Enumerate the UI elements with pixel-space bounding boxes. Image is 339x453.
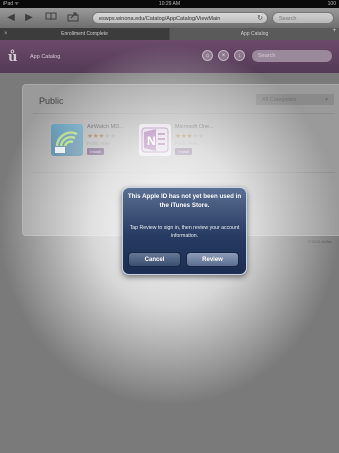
- tab-label: App Catalog: [240, 31, 269, 37]
- dialog-title: This Apple ID has not yet been used in t…: [127, 193, 242, 209]
- browser-search-input[interactable]: Search: [272, 12, 334, 24]
- clock: 10:29 AM: [158, 1, 181, 7]
- app-tile-onenote[interactable]: N Microsoft One... ★★★★★ Public Free Ins…: [139, 120, 234, 165]
- info-icon[interactable]: ↓: [234, 50, 245, 61]
- review-button[interactable]: Review: [186, 252, 239, 267]
- app-header: ů App Catalog ⌂ × ↓ Search: [0, 40, 339, 73]
- browser-toolbar: ◀ ▶ eswps.winona.edu/Catalog/AppCatalog/…: [0, 8, 339, 28]
- rating-stars: ★★★★★: [87, 133, 117, 140]
- section-title: Public: [39, 96, 64, 106]
- catalog-search-input[interactable]: Search: [252, 50, 332, 62]
- bookmarks-icon[interactable]: [44, 12, 58, 24]
- url-text: eswps.winona.edu/Catalog/AppCatalog/View…: [99, 16, 221, 22]
- url-field[interactable]: eswps.winona.edu/Catalog/AppCatalog/View…: [92, 12, 268, 24]
- logo: ů: [8, 50, 18, 65]
- cancel-button[interactable]: Cancel: [128, 252, 181, 267]
- chevron-down-icon: ▾: [325, 97, 328, 103]
- share-icon[interactable]: [66, 12, 80, 24]
- rating-stars: ★★★★★: [175, 133, 205, 140]
- back-icon[interactable]: ◀: [4, 12, 18, 24]
- category-select[interactable]: All Categories ▾: [255, 93, 335, 106]
- app-name: Microsoft One...: [175, 124, 214, 130]
- app-title: App Catalog: [30, 54, 61, 60]
- alert-dialog: This Apple ID has not yet been used in t…: [122, 187, 247, 275]
- svg-text:N: N: [147, 134, 156, 148]
- install-button[interactable]: Install: [87, 148, 104, 155]
- status-bar: iPad ᯤ 10:29 AM 100: [0, 0, 339, 8]
- copyright-text: © 2012 AirWa: [308, 240, 332, 244]
- divider: [33, 172, 335, 173]
- dialog-message: Tap Review to sign in, then review your …: [129, 225, 240, 239]
- tab-app-catalog[interactable]: App Catalog: [170, 28, 339, 40]
- home-icon[interactable]: ⌂: [202, 50, 213, 61]
- airwatch-icon: [51, 124, 83, 156]
- app-price: Public Free: [87, 141, 110, 146]
- divider: [33, 113, 335, 114]
- browser-tabs: × Enrollment Complete App Catalog +: [0, 28, 339, 40]
- app-name: AirWatch MD...: [87, 124, 124, 130]
- new-tab-icon[interactable]: +: [332, 28, 336, 34]
- battery-indicator: 100: [327, 1, 336, 7]
- onenote-icon: N: [139, 124, 171, 156]
- forward-icon[interactable]: ▶: [22, 12, 36, 24]
- reload-icon[interactable]: ↻: [257, 13, 263, 23]
- category-select-value: All Categories: [262, 97, 297, 103]
- tab-enrollment-complete[interactable]: × Enrollment Complete: [0, 28, 169, 40]
- install-button[interactable]: Install: [175, 148, 192, 155]
- app-price: Public Free: [175, 141, 198, 146]
- close-icon[interactable]: ×: [218, 50, 229, 61]
- tab-label: Enrollment Complete: [61, 31, 108, 37]
- tab-close-icon[interactable]: ×: [4, 28, 8, 40]
- app-tile-airwatch[interactable]: AirWatch MD... ★★★★★ Public Free Install: [51, 120, 146, 165]
